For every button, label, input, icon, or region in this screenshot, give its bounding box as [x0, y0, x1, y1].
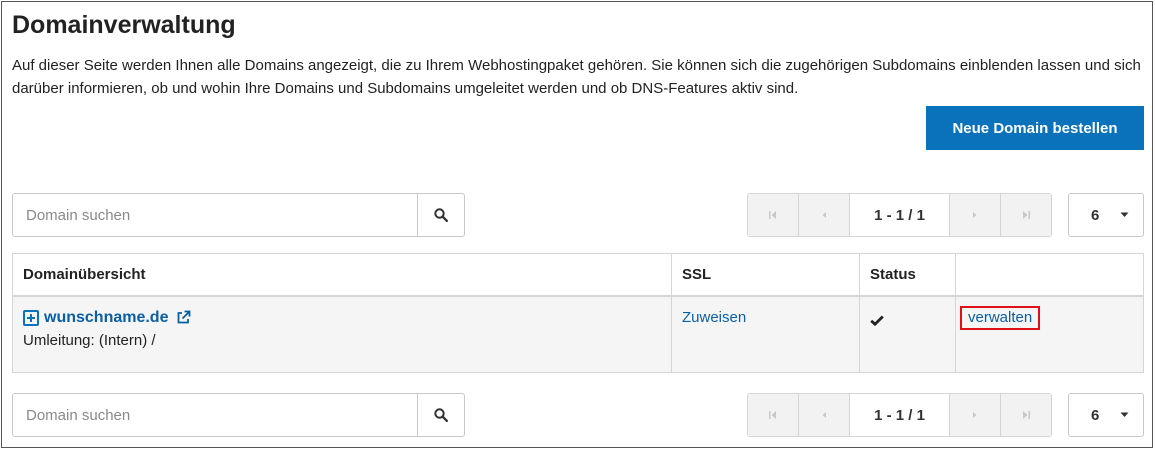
order-new-domain-button[interactable]: Neue Domain bestellen [926, 106, 1144, 150]
domain-search-input-bottom[interactable] [13, 394, 417, 436]
domain-link[interactable]: wunschname.de [44, 309, 168, 327]
domain-search-top [12, 193, 465, 237]
caret-down-icon [1120, 212, 1129, 217]
page-description: Auf dieser Seite werden Ihnen alle Domai… [12, 57, 1141, 97]
per-page-value: 6 [1091, 406, 1100, 424]
ssl-cell: Zuweisen [671, 295, 860, 373]
first-page-icon [769, 411, 776, 419]
prev-page-button[interactable] [799, 194, 850, 236]
action-cell: verwalten [956, 296, 1144, 373]
external-link-icon[interactable] [176, 310, 191, 325]
pagination-top: 1 - 1 / 1 [747, 193, 1052, 237]
chevron-left-icon [822, 212, 826, 218]
last-page-button[interactable] [1000, 194, 1051, 236]
chevron-right-icon [973, 412, 977, 418]
per-page-select-top[interactable]: 6 [1068, 193, 1144, 237]
last-page-icon [1023, 411, 1030, 419]
pagination-bottom: 1 - 1 / 1 [747, 393, 1052, 437]
ssl-assign-link[interactable]: Zuweisen [682, 309, 746, 326]
table-row: wunschname.de Umleitung: (Intern) / Zuwe… [12, 295, 1144, 373]
first-page-button[interactable] [748, 194, 799, 236]
page-info: 1 - 1 / 1 [850, 194, 949, 236]
per-page-select-bottom[interactable]: 6 [1068, 393, 1144, 437]
search-icon [434, 408, 448, 422]
last-page-button[interactable] [1000, 394, 1051, 436]
caret-down-icon [1120, 412, 1129, 417]
domain-table: Domainübersicht SSL Status wunschname.de [12, 253, 1144, 373]
search-button-top[interactable] [417, 194, 464, 236]
first-page-icon [769, 211, 776, 219]
chevron-right-icon [973, 212, 977, 218]
search-icon [434, 208, 448, 222]
column-header-domain: Domainübersicht [12, 253, 672, 297]
chevron-left-icon [822, 412, 826, 418]
domain-search-input-top[interactable] [13, 194, 417, 236]
first-page-button[interactable] [748, 394, 799, 436]
status-cell [859, 295, 956, 373]
next-page-button[interactable] [949, 394, 1000, 436]
per-page-value: 6 [1091, 206, 1100, 224]
next-page-button[interactable] [949, 194, 1000, 236]
domain-cell: wunschname.de Umleitung: (Intern) / [12, 295, 672, 373]
domain-search-bottom [12, 393, 465, 437]
table-header-row: Domainübersicht SSL Status [12, 253, 1144, 297]
domain-management-panel: Domainverwaltung Auf dieser Seite werden… [1, 1, 1153, 448]
column-header-status: Status [859, 253, 956, 297]
prev-page-button[interactable] [799, 394, 850, 436]
column-header-ssl: SSL [671, 253, 860, 297]
redirect-info: Umleitung: (Intern) / [23, 331, 156, 349]
column-header-action [955, 253, 1144, 297]
expand-subdomains-icon[interactable] [23, 309, 39, 326]
search-button-bottom[interactable] [417, 394, 464, 436]
manage-highlight: verwalten [960, 305, 1041, 330]
last-page-icon [1023, 211, 1030, 219]
page-title: Domainverwaltung [12, 11, 236, 39]
checkmark-icon [870, 315, 884, 326]
manage-link[interactable]: verwalten [968, 309, 1032, 326]
page-info: 1 - 1 / 1 [850, 394, 949, 436]
